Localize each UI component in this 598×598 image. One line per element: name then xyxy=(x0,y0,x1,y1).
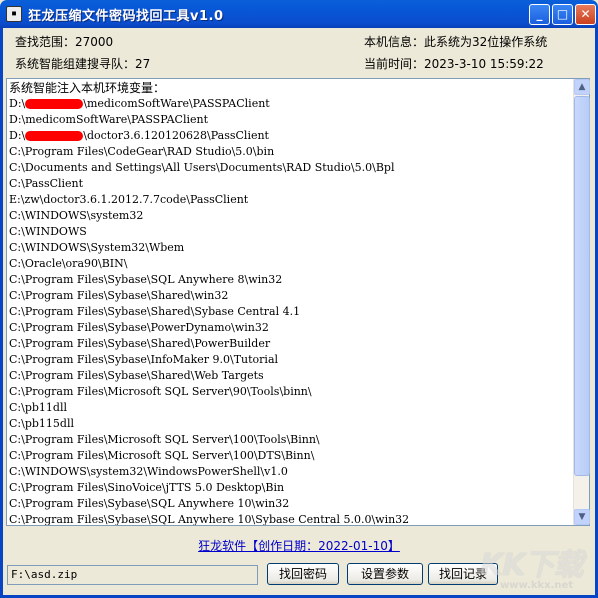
close-button[interactable]: ✕ xyxy=(575,4,596,25)
log-line: C:\Program Files\Sybase\PowerDynamo\win3… xyxy=(9,320,575,336)
log-line: C:\Program Files\Microsoft SQL Server\10… xyxy=(9,432,575,448)
log-line: C:\Program Files\Sybase\Shared\win32 xyxy=(9,288,575,304)
log-line-text: C:\Oracle\ora90\BIN\ xyxy=(9,257,128,270)
log-line-text: D:\ xyxy=(9,129,26,142)
records-button[interactable]: 找回记录 xyxy=(428,563,498,585)
app-icon: ▪ xyxy=(6,6,22,22)
log-line-text: C:\PassClient xyxy=(9,177,84,190)
log-line-text: C:\Program Files\CodeGear\RAD Studio\5.0… xyxy=(9,145,275,158)
environment-log[interactable]: 系统智能注入本机环境变量： D:\ \medicomSoftWare\PASSPA… xyxy=(6,78,590,526)
log-line-text: C:\Program Files\Sybase\SQL Anywhere 10\… xyxy=(9,497,290,510)
log-line-text: C:\Program Files\Sybase\SQL Anywhere 10\… xyxy=(9,513,410,525)
log-line: C:\WINDOWS\System32\Wbem xyxy=(9,240,575,256)
log-line-text: C:\Program Files\Sybase\PowerDynamo\win3… xyxy=(9,321,269,334)
log-line: C:\Program Files\Sybase\Shared\PowerBuil… xyxy=(9,336,575,352)
log-line-text: C:\WINDOWS\system32\WindowsPowerShell\v1… xyxy=(9,465,288,478)
title-bar[interactable]: ▪ 狂龙压缩文件密码找回工具v1.0 _ □ ✕ xyxy=(0,0,598,28)
log-line-text: C:\Documents and Settings\All Users\Docu… xyxy=(9,161,395,174)
log-line: C:\pb11dll xyxy=(9,400,575,416)
log-line: C:\PassClient xyxy=(9,176,575,192)
log-line: C:\Program Files\Sybase\InfoMaker 9.0\Tu… xyxy=(9,352,575,368)
log-line: C:\Program Files\CodeGear\RAD Studio\5.0… xyxy=(9,144,575,160)
file-path-input[interactable]: F:\asd.zip xyxy=(7,565,258,585)
search-team-label: 系统智能组建搜寻队：27 xyxy=(15,57,151,71)
redaction-mark xyxy=(25,99,84,109)
log-line: C:\Program Files\Sybase\SQL Anywhere 8\w… xyxy=(9,272,575,288)
log-line-text: C:\pb115dll xyxy=(9,417,74,430)
log-line: C:\Program Files\Microsoft SQL Server\90… xyxy=(9,384,575,400)
vertical-scrollbar[interactable]: ▲ ▼ xyxy=(573,79,590,525)
minimize-button[interactable]: _ xyxy=(529,4,550,25)
settings-button[interactable]: 设置参数 xyxy=(347,563,423,585)
log-line-text: C:\Program Files\Sybase\Shared\win32 xyxy=(9,289,229,302)
log-line-text: C:\Program Files\Sybase\SQL Anywhere 8\w… xyxy=(9,273,283,286)
log-line-text: C:\pb11dll xyxy=(9,401,67,414)
window-title: 狂龙压缩文件密码找回工具v1.0 xyxy=(28,9,224,24)
log-line: D:\medicomSoftWare\PASSPAClient xyxy=(9,112,575,128)
redaction-mark xyxy=(25,131,84,141)
log-line-text-suffix: \medicomSoftWare\PASSPAClient xyxy=(83,97,270,110)
log-line-text: D:\medicomSoftWare\PASSPAClient xyxy=(9,113,208,126)
scroll-down-icon[interactable]: ▼ xyxy=(574,509,590,525)
log-lines: 系统智能注入本机环境变量： D:\ \medicomSoftWare\PASSPA… xyxy=(7,79,575,525)
log-line-text-suffix: \doctor3.6.120120628\PassClient xyxy=(83,129,269,142)
log-line: C:\Program Files\Microsoft SQL Server\10… xyxy=(9,448,575,464)
log-line: C:\Program Files\Sybase\SQL Anywhere 10\… xyxy=(9,496,575,512)
log-line-text: C:\Program Files\Sybase\InfoMaker 9.0\Tu… xyxy=(9,353,279,366)
log-line-text: C:\WINDOWS xyxy=(9,225,87,238)
log-line: C:\WINDOWS\system32 xyxy=(9,208,575,224)
log-line: C:\Program Files\Sybase\Shared\Web Targe… xyxy=(9,368,575,384)
log-line-text: E:\zw\doctor3.6.1.2012.7.7code\PassClien… xyxy=(9,193,249,206)
log-line-text: C:\Program Files\Sybase\Shared\Web Targe… xyxy=(9,369,264,382)
log-line-text: D:\ xyxy=(9,97,26,110)
log-line: D:\ \medicomSoftWare\PASSPAClient xyxy=(9,96,575,112)
log-line: C:\Program Files\Sybase\Shared\Sybase Ce… xyxy=(9,304,575,320)
scroll-up-icon[interactable]: ▲ xyxy=(574,79,590,95)
log-line-text: C:\WINDOWS\system32 xyxy=(9,209,144,222)
log-line: E:\zw\doctor3.6.1.2012.7.7code\PassClien… xyxy=(9,192,575,208)
log-line-text: C:\Program Files\Microsoft SQL Server\10… xyxy=(9,433,320,446)
log-line: D:\ \doctor3.6.120120628\PassClient xyxy=(9,128,575,144)
log-line: C:\pb115dll xyxy=(9,416,575,432)
log-line: C:\Documents and Settings\All Users\Docu… xyxy=(9,160,575,176)
log-line-text: C:\WINDOWS\System32\Wbem xyxy=(9,241,185,254)
log-line: C:\Oracle\ora90\BIN\ xyxy=(9,256,575,272)
log-line-text: C:\Program Files\SinoVoice\jTTS 5.0 Desk… xyxy=(9,481,285,494)
scroll-thumb[interactable] xyxy=(574,96,590,476)
maximize-button[interactable]: □ xyxy=(552,4,573,25)
log-header: 系统智能注入本机环境变量： xyxy=(9,81,166,95)
current-time-label: 当前时间：2023-3-10 15:59:22 xyxy=(364,57,544,71)
system-info-label: 本机信息：此系统为32位操作系统 xyxy=(364,35,548,49)
log-line: C:\Program Files\SinoVoice\jTTS 5.0 Desk… xyxy=(9,480,575,496)
log-line-text: C:\Program Files\Microsoft SQL Server\90… xyxy=(9,385,312,398)
log-line: C:\WINDOWS xyxy=(9,224,575,240)
log-line-text: C:\Program Files\Sybase\Shared\PowerBuil… xyxy=(9,337,271,350)
search-range-label: 查找范围：27000 xyxy=(15,35,114,49)
log-line-text: C:\Program Files\Microsoft SQL Server\10… xyxy=(9,449,315,462)
author-link[interactable]: 狂龙软件【创作日期：2022-01-10】 xyxy=(0,537,598,554)
find-password-button[interactable]: 找回密码 xyxy=(267,563,339,585)
log-line: C:\Program Files\Sybase\SQL Anywhere 10\… xyxy=(9,512,575,525)
log-line-text: C:\Program Files\Sybase\Shared\Sybase Ce… xyxy=(9,305,301,318)
log-line: C:\WINDOWS\system32\WindowsPowerShell\v1… xyxy=(9,464,575,480)
